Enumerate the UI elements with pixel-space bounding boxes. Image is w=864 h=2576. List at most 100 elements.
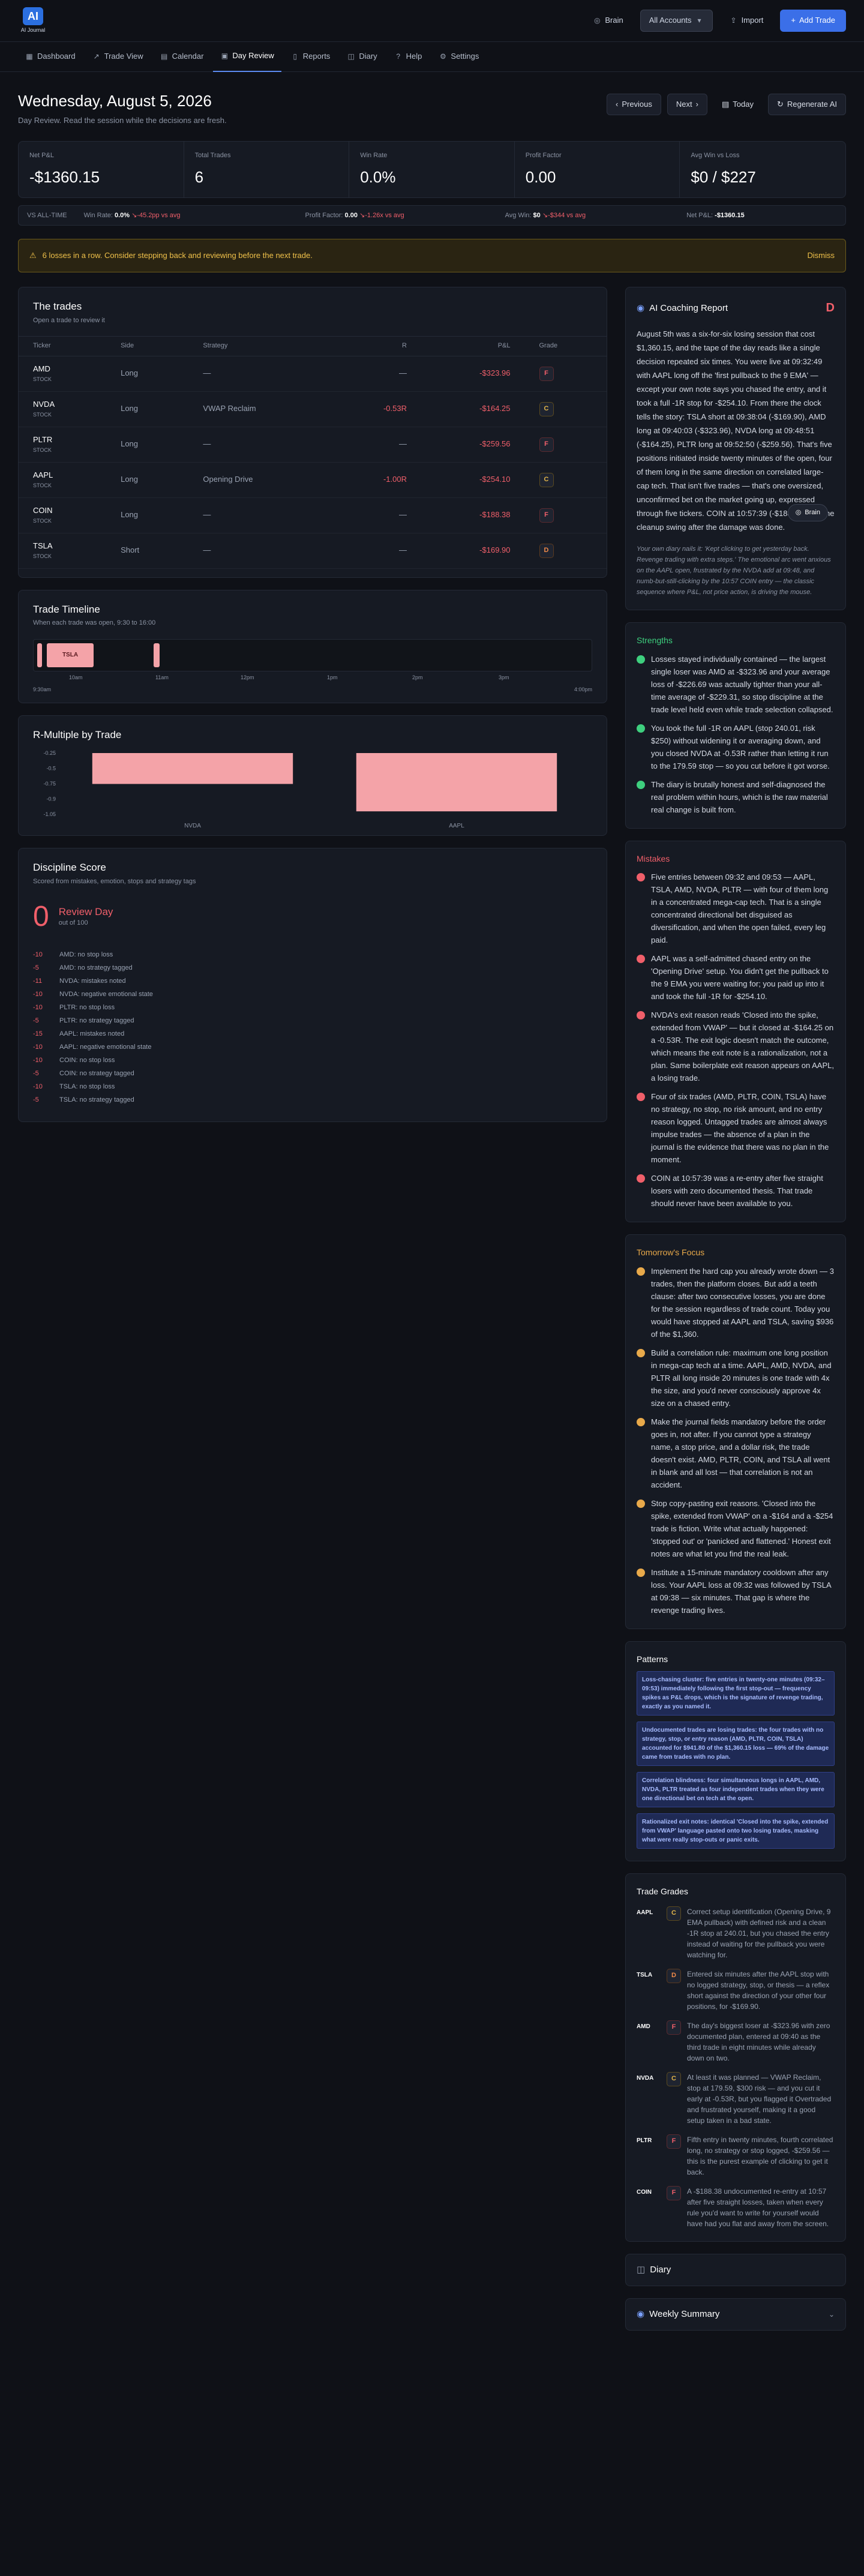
stat-net-pnl: Net P&L -$1360.15 xyxy=(19,141,184,198)
grade-cell: C xyxy=(524,462,607,498)
timeline-bar[interactable]: TSLA xyxy=(47,643,94,667)
list-item: Institute a 15-minute mandatory cooldown… xyxy=(637,1566,835,1617)
vs-metric-label: Avg Win: xyxy=(505,211,532,219)
nav-label: Reports xyxy=(302,52,331,61)
weekly-summary-section[interactable]: ◉ Weekly Summary ⌄ xyxy=(625,2298,846,2331)
regenerate-ai-button[interactable]: ↻ Regenerate AI xyxy=(767,94,846,116)
grade-cell: D xyxy=(524,533,607,569)
trend-down-icon: ↘ xyxy=(542,211,548,219)
nav-diary[interactable]: ◫ Diary xyxy=(340,42,384,72)
penalty-points: -5 xyxy=(33,1096,39,1104)
asset-type: STOCK xyxy=(33,447,52,454)
grade-ticker: NVDA xyxy=(637,2074,654,2082)
brain-floating-button[interactable]: ◎ Brain xyxy=(787,504,828,522)
patterns-title: Patterns xyxy=(637,1654,668,1664)
page-subtitle: Day Review. Read the session while the d… xyxy=(18,116,227,125)
table-row[interactable]: NVDA STOCK Long VWAP Reclaim -0.53R -$164.25 C xyxy=(19,391,607,427)
timeline-bar[interactable] xyxy=(154,643,160,667)
grade-badge: F xyxy=(667,2134,681,2149)
nav-calendar[interactable]: ▤ Calendar xyxy=(153,42,211,72)
y-tick-label: -1.05 xyxy=(43,811,56,817)
today-button[interactable]: ▤ Today xyxy=(713,94,762,115)
timeline-tick: 11am xyxy=(155,674,169,680)
grade-badge-wrap: F xyxy=(667,2020,681,2064)
add-trade-button[interactable]: + Add Trade xyxy=(780,10,846,32)
bar-nvda[interactable] xyxy=(92,753,293,784)
penalty-points: -5 xyxy=(33,964,39,972)
asset-type: STOCK xyxy=(33,412,52,418)
account-select[interactable]: All Accounts ▾ xyxy=(640,10,713,32)
bullet-icon xyxy=(637,1093,645,1102)
penalty-desc: COIN: no strategy tagged xyxy=(59,1070,134,1078)
calendar-icon: ▤ xyxy=(160,52,168,61)
penalty-desc: TSLA: no strategy tagged xyxy=(59,1096,134,1104)
brain-button[interactable]: ◎ Brain xyxy=(584,10,631,31)
book-icon: ◫ xyxy=(347,52,355,61)
diary-section[interactable]: ◫ Diary xyxy=(625,2253,846,2286)
dismiss-button[interactable]: Dismiss xyxy=(808,250,835,261)
grade-ticker: PLTR xyxy=(637,2137,652,2144)
add-trade-label: Add Trade xyxy=(799,16,835,25)
vs-metric-value: $0 xyxy=(533,211,541,219)
grade-badge: C xyxy=(667,2071,681,2086)
table-row[interactable]: PLTR STOCK Long — — -$259.56 F xyxy=(19,427,607,463)
timeline-bar[interactable] xyxy=(37,643,42,667)
discipline-title: Discipline Score xyxy=(33,862,106,874)
grade-badge: F xyxy=(539,366,554,381)
strengths-list: Losses stayed individually contained — t… xyxy=(637,653,835,816)
list-item-text: The diary is brutally honest and self-di… xyxy=(651,779,828,814)
side-cell: Long xyxy=(106,356,189,392)
ticker-cell: PLTR STOCK xyxy=(19,427,107,463)
grade-badge: D xyxy=(667,1968,681,1983)
vs-metric-delta: -1.26x vs avg xyxy=(365,211,404,219)
pattern-item: Rationalized exit notes: identical 'Clos… xyxy=(637,1813,835,1849)
penalty-desc: NVDA: mistakes noted xyxy=(59,977,126,985)
nav-help[interactable]: ? Help xyxy=(387,42,430,72)
vs-metric-label: Profit Factor: xyxy=(305,211,343,219)
app-logo[interactable]: AI AI Journal xyxy=(18,6,48,36)
r-cell: — xyxy=(330,533,421,569)
table-row[interactable]: AMD STOCK Long — — -$323.96 F xyxy=(19,356,607,392)
y-tick-label: -0.5 xyxy=(46,766,56,772)
table-row[interactable]: COIN STOCK Long — — -$188.38 F xyxy=(19,497,607,533)
stat-total-trades: Total Trades 6 xyxy=(184,141,350,198)
list-item: The diary is brutally honest and self-di… xyxy=(637,778,835,816)
nav-reports[interactable]: ▯ Reports xyxy=(284,42,338,72)
stat-label: Avg Win vs Loss xyxy=(691,151,740,159)
nav-day-review[interactable]: ▣ Day Review xyxy=(213,42,281,72)
table-row[interactable]: AAPL STOCK Long Opening Drive -1.00R -$254.10… xyxy=(19,462,607,498)
previous-button[interactable]: ‹ Previous xyxy=(606,94,661,116)
penalty-item: -10 PLTR: no stop loss xyxy=(33,1001,592,1015)
timeline-end: 4:00pm xyxy=(574,686,592,692)
grade-badge-wrap: F xyxy=(667,2185,681,2229)
r-cell: — xyxy=(330,497,421,533)
sparkle-icon: ◉ xyxy=(637,2309,645,2320)
grade-ticker: COIN xyxy=(637,2188,652,2196)
coach-title: AI Coaching Report xyxy=(649,302,728,313)
nav-dashboard[interactable]: ▦ Dashboard xyxy=(18,42,83,72)
nav-trade-view[interactable]: ↗ Trade View xyxy=(85,42,151,72)
list-item-text: Five entries between 09:32 and 09:53 — A… xyxy=(651,872,829,945)
bar-aapl[interactable] xyxy=(356,753,557,812)
stat-label: Profit Factor xyxy=(525,151,562,159)
trend-icon: ↗ xyxy=(93,52,100,61)
table-row[interactable]: TSLA STOCK Short — — -$169.90 D xyxy=(19,533,607,569)
nav-settings[interactable]: ⚙ Settings xyxy=(431,42,486,72)
grade-row: PLTR F Fifth entry in twenty minutes, four… xyxy=(637,2134,835,2178)
pattern-item: Correlation blindness: four simultaneous… xyxy=(637,1772,835,1808)
penalty-desc: AAPL: mistakes noted xyxy=(59,1030,125,1038)
col-grade: Grade xyxy=(524,336,607,356)
timeline-start: 9:30am xyxy=(33,686,52,692)
chart-title: R-Multiple by Trade xyxy=(33,729,122,741)
penalty-item: -5 AMD: no strategy tagged xyxy=(33,962,592,975)
trend-down-icon: ↘ xyxy=(359,211,365,219)
ticker: NVDA xyxy=(33,400,55,409)
col-ticker: Ticker xyxy=(19,336,107,356)
grade-ticker: AAPL xyxy=(637,1909,653,1916)
stat-label: Net P&L xyxy=(29,151,54,159)
next-button[interactable]: Next › xyxy=(667,94,707,116)
trades-title: The trades xyxy=(33,301,82,312)
trades-card: The trades Open a trade to review it Tic… xyxy=(18,287,607,578)
ticker-cell: AMD STOCK xyxy=(19,356,107,392)
import-button[interactable]: ⇪ Import xyxy=(721,10,772,31)
